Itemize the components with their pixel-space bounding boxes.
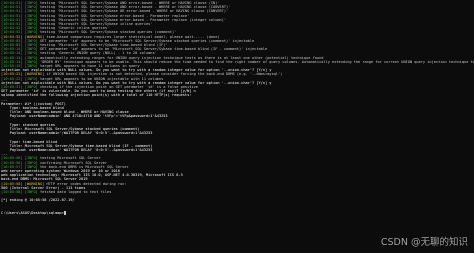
log-text: sqlmap identified the following injectio… xyxy=(1,93,192,98)
log-text: [*] ending @ 10:05:58 /2022-07-19/ xyxy=(1,198,75,203)
watermark: CSDN @无聊的知识 xyxy=(380,237,468,248)
terminal-line: sqlmap identified the following injectio… xyxy=(1,93,191,97)
terminal-line: C:\Users\ASUS\Desktop\sqlmap> xyxy=(1,211,64,215)
terminal-line: [*] ending @ 10:05:58 /2022-07-19/ xyxy=(1,198,75,202)
terminal-window[interactable]: [10:04:51] [INFO] testing 'Microsoft SQL… xyxy=(0,0,474,253)
log-text: Payload: userName=admin';WAITFOR DELAY '… xyxy=(1,131,153,136)
terminal-line: Payload: userName=admin' AND 4718=4718 A… xyxy=(1,114,168,118)
text-cursor xyxy=(63,211,66,215)
log-text: Payload: userName=admin' AND 4718=4718 A… xyxy=(1,114,168,119)
log-text: fetched data logged to text files xyxy=(37,190,112,194)
terminal-line: Payload: userName=admin' WAITFOR DELAY '… xyxy=(1,148,153,152)
terminal-line: Payload: userName=admin';WAITFOR DELAY '… xyxy=(1,131,153,136)
log-text: Payload: userName=admin' WAITFOR DELAY '… xyxy=(1,148,153,152)
terminal-line: [10:05:58] [INFO] fetched data logged to… xyxy=(1,190,111,194)
log-timestamp: [10:05:58] [INFO] xyxy=(1,190,38,194)
log-text: C:\Users\ASUS\Desktop\sqlmap> xyxy=(1,211,64,215)
